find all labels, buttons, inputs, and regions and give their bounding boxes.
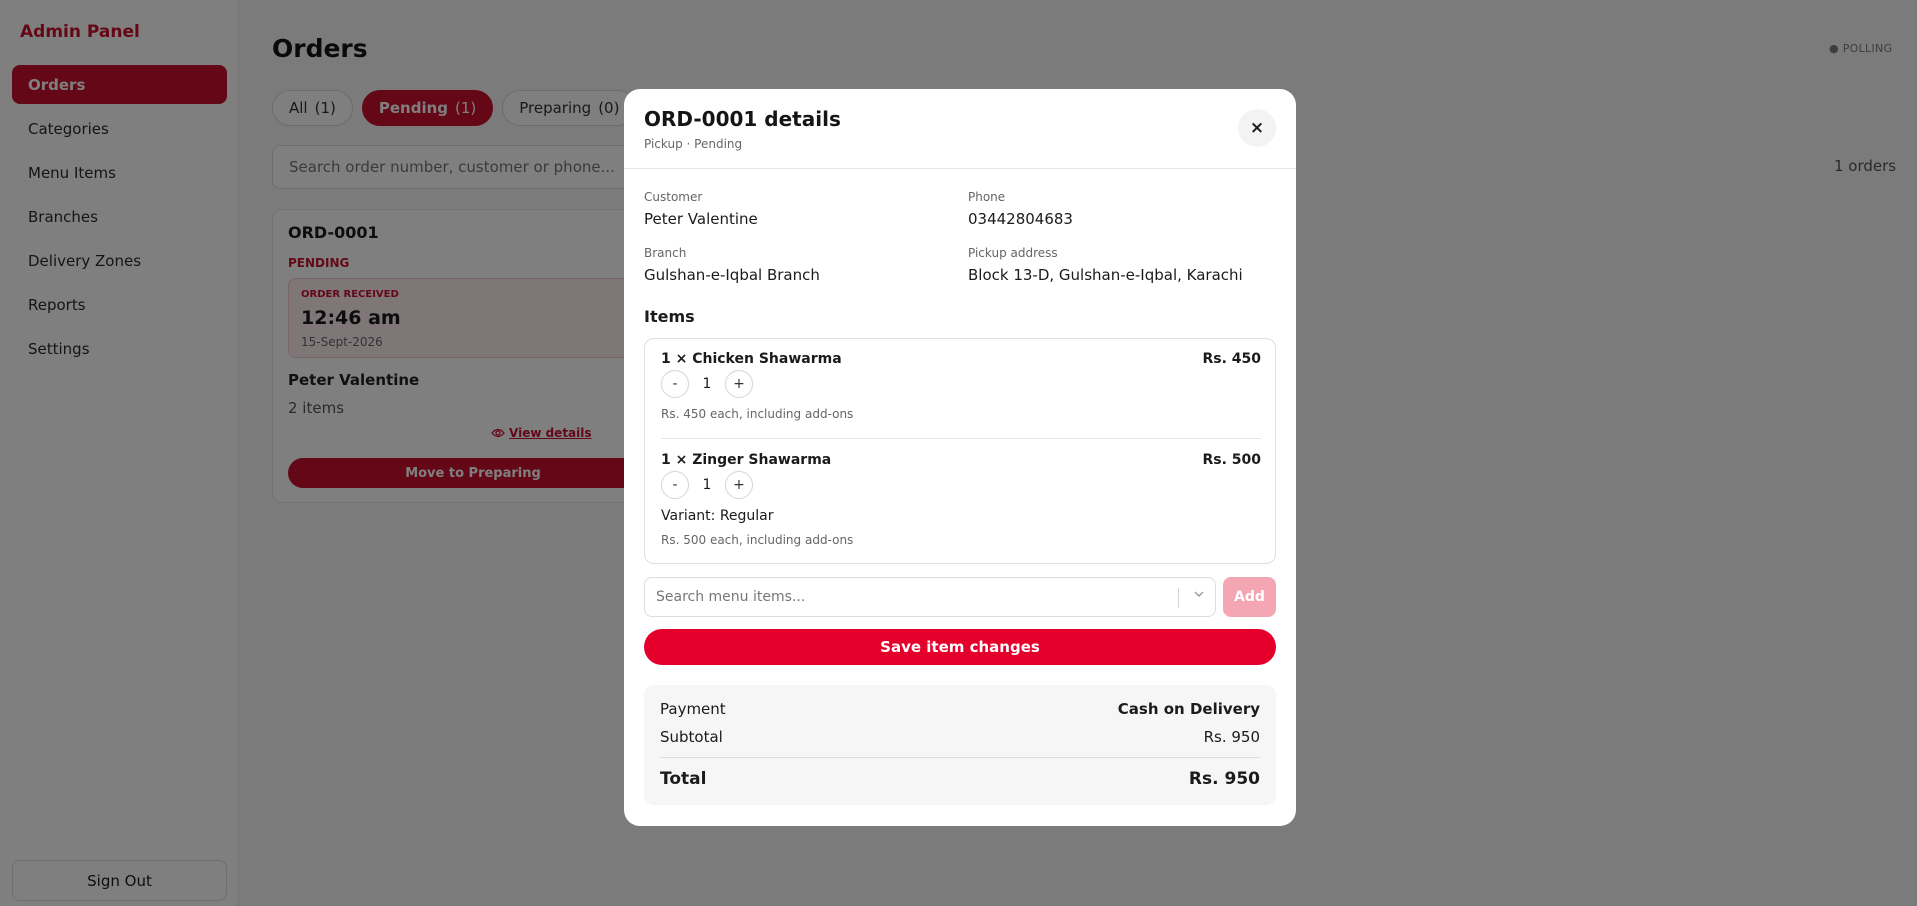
items-list: 1 × Chicken Shawarma Rs. 450 - 1 + Rs. 4… — [644, 338, 1276, 564]
chevron-down-icon[interactable] — [1193, 588, 1205, 604]
phone-label: Phone — [968, 190, 1006, 204]
list-item: 1 × Chicken Shawarma Rs. 450 - 1 + Rs. 4… — [661, 351, 1261, 431]
add-item-button[interactable]: Add — [1223, 577, 1276, 617]
modal-title: ORD-0001 details — [644, 107, 841, 131]
payment-value: Cash on Delivery — [1117, 700, 1260, 718]
item-variant: Variant: Regular — [661, 508, 774, 524]
item-name: 1 × Zinger Shawarma — [661, 452, 832, 468]
items-heading: Items — [644, 307, 695, 326]
increment-button[interactable]: + — [725, 471, 753, 499]
save-item-changes-button[interactable]: Save item changes — [644, 629, 1276, 665]
increment-button[interactable]: + — [725, 370, 753, 398]
branch-value: Gulshan-e-Iqbal Branch — [644, 266, 820, 284]
total-value: Rs. 950 — [1188, 769, 1260, 789]
payment-row: Payment Cash on Delivery — [660, 700, 1260, 718]
quantity-value: 1 — [702, 376, 712, 392]
item-price: Rs. 500 — [1202, 452, 1261, 468]
customer-value: Peter Valentine — [644, 210, 758, 228]
subtotal-label: Subtotal — [660, 728, 723, 746]
quantity-value: 1 — [702, 477, 712, 493]
customer-label: Customer — [644, 190, 703, 204]
item-price-note: Rs. 500 each, including add-ons — [661, 533, 854, 547]
branch-label: Branch — [644, 246, 687, 260]
item-divider — [661, 438, 1261, 439]
item-name: 1 × Chicken Shawarma — [661, 351, 842, 367]
quantity-stepper: - 1 + — [661, 370, 753, 398]
subtotal-row: Subtotal Rs. 950 — [660, 728, 1260, 746]
order-details-modal: ORD-0001 details Pickup · Pending × Cust… — [624, 89, 1296, 826]
payment-label: Payment — [660, 700, 726, 718]
phone-value: 03442804683 — [968, 210, 1073, 228]
total-label: Total — [660, 769, 707, 789]
decrement-button[interactable]: - — [661, 471, 689, 499]
subtotal-value: Rs. 950 — [1203, 728, 1260, 746]
order-summary: Payment Cash on Delivery Subtotal Rs. 95… — [644, 685, 1276, 805]
menu-search-placeholder: Search menu items... — [656, 589, 806, 605]
list-item: 1 × Zinger Shawarma Rs. 500 - 1 + Varian… — [661, 452, 1261, 556]
close-icon[interactable]: × — [1238, 109, 1276, 147]
modal-subtitle: Pickup · Pending — [644, 137, 743, 151]
decrement-button[interactable]: - — [661, 370, 689, 398]
pickup-address-label: Pickup address — [968, 246, 1058, 260]
total-row: Total Rs. 950 — [660, 769, 1260, 789]
modal-divider — [624, 168, 1296, 169]
summary-divider — [660, 757, 1260, 758]
menu-item-search-select[interactable]: Search menu items... — [644, 577, 1216, 617]
pickup-address-value: Block 13-D, Gulshan-e-Iqbal, Karachi — [968, 266, 1243, 284]
item-price-note: Rs. 450 each, including add-ons — [661, 407, 854, 421]
item-price: Rs. 450 — [1202, 351, 1261, 367]
quantity-stepper: - 1 + — [661, 471, 753, 499]
select-separator — [1178, 588, 1179, 608]
